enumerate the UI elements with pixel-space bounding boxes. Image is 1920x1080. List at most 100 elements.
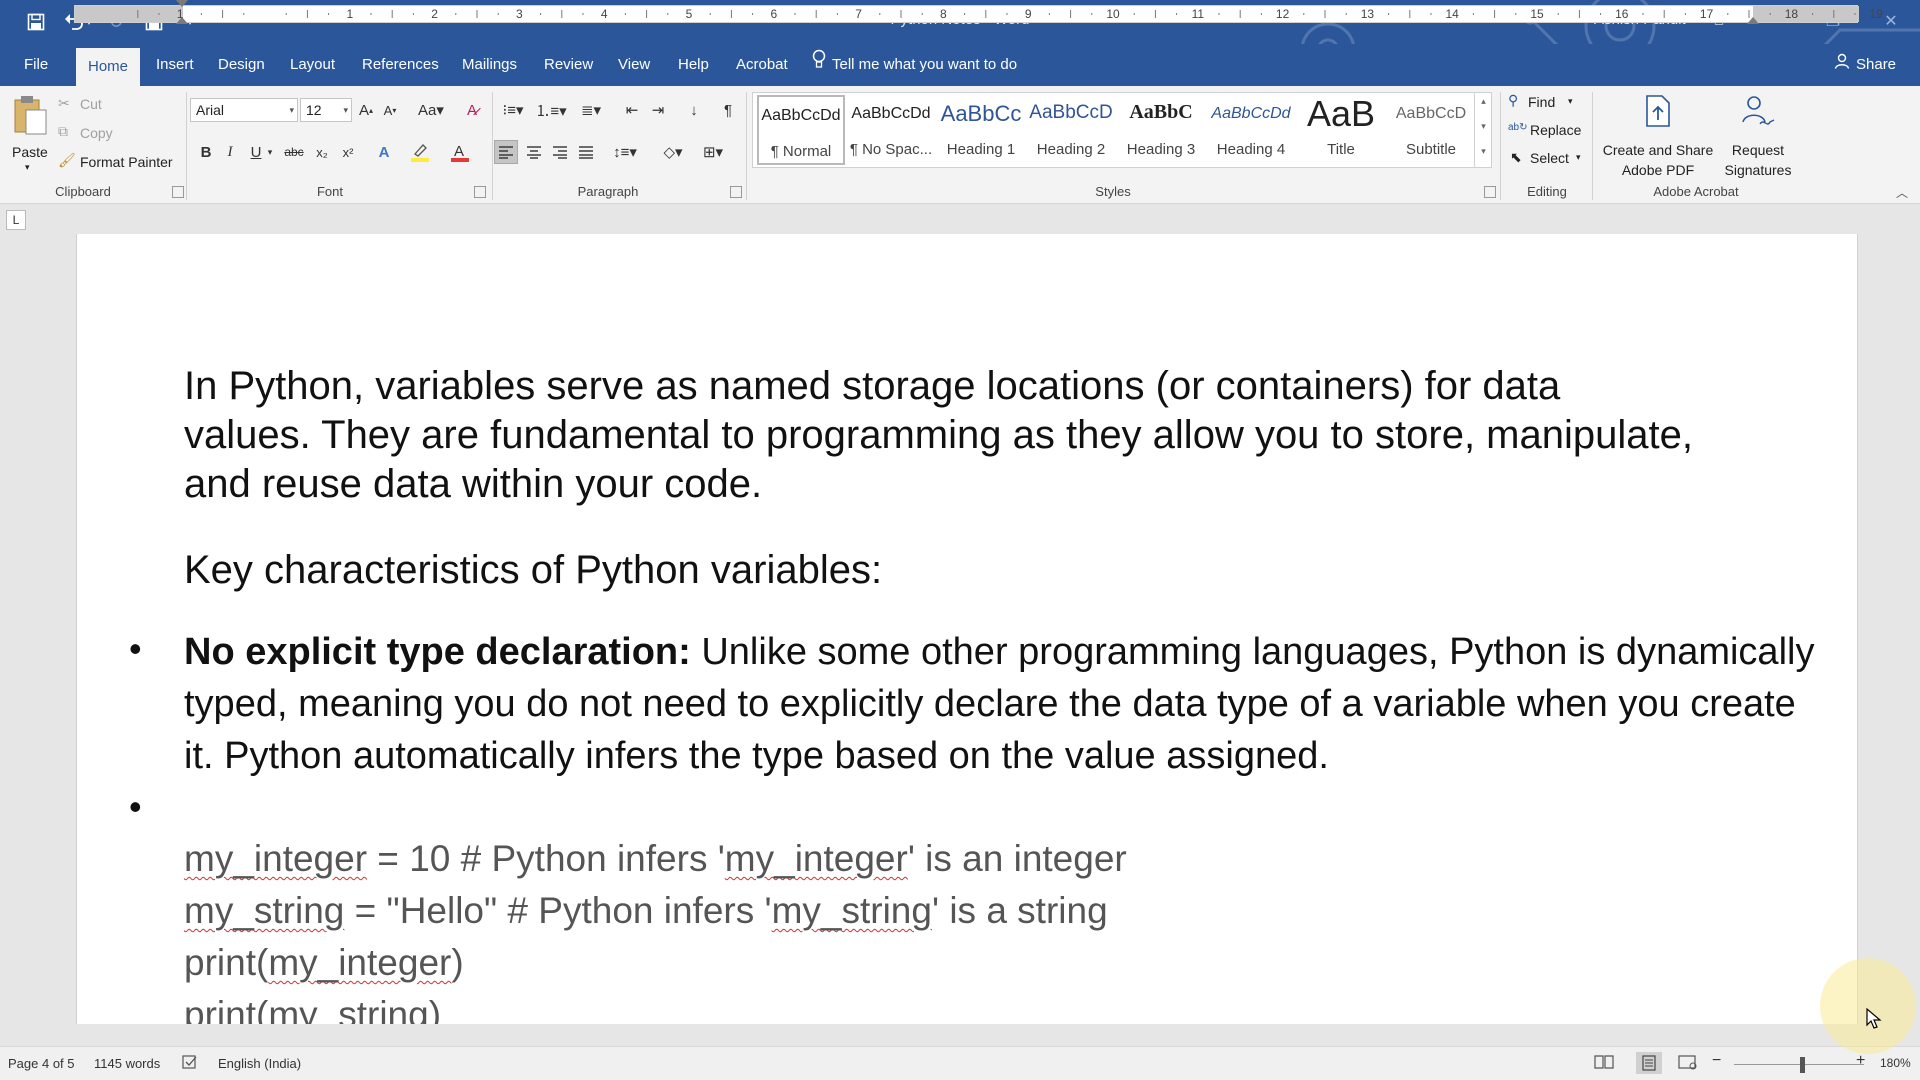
- more-styles-icon[interactable]: ▾: [1475, 146, 1492, 157]
- numbering-icon[interactable]: ⒈≡▾: [534, 98, 568, 122]
- align-right-icon[interactable]: [548, 140, 572, 164]
- styles-gallery-scroll[interactable]: ▴ ▾ ▾: [1474, 92, 1492, 168]
- select-button[interactable]: ⬉ Select ▾: [1508, 148, 1584, 170]
- zoom-slider-thumb[interactable]: [1800, 1057, 1805, 1073]
- style-title[interactable]: AaB Title: [1297, 93, 1385, 165]
- text-effects-icon[interactable]: A: [372, 140, 396, 164]
- clear-formatting-icon[interactable]: A̷: [460, 98, 484, 122]
- share-button[interactable]: Share: [1834, 44, 1896, 86]
- italic-icon[interactable]: I: [218, 140, 242, 164]
- style-heading-1[interactable]: AaBbCc Heading 1: [937, 95, 1025, 165]
- find-button[interactable]: ⚲ Find ▾: [1508, 92, 1576, 114]
- tab-file[interactable]: File: [12, 44, 60, 86]
- tab-insert[interactable]: Insert: [144, 44, 206, 86]
- font-color-icon[interactable]: A: [448, 140, 472, 164]
- collapse-ribbon-icon[interactable]: ︿: [1896, 184, 1908, 201]
- proofing-icon[interactable]: [182, 1054, 198, 1073]
- tab-selector-icon[interactable]: L: [6, 210, 26, 230]
- style-heading-2[interactable]: AaBbCcD Heading 2: [1027, 95, 1115, 165]
- code-line: print(my_string): [184, 994, 441, 1024]
- justify-icon[interactable]: [574, 140, 598, 164]
- chevron-down-icon: ▾: [1568, 96, 1573, 106]
- tab-mailings[interactable]: Mailings: [450, 44, 529, 86]
- sort-icon[interactable]: ↓: [682, 98, 706, 122]
- right-indent-marker[interactable]: [1747, 17, 1759, 24]
- ribbon-tabs: File Home Insert Design Layout Reference…: [0, 44, 1920, 86]
- styles-gallery: AaBbCcDd ¶ Normal AaBbCcDd ¶ No Spac... …: [752, 92, 1492, 168]
- zoom-slider-track[interactable]: [1734, 1064, 1864, 1065]
- ruler-number: 10: [1106, 7, 1120, 21]
- font-launcher-icon[interactable]: [474, 186, 486, 198]
- show-formatting-marks-icon[interactable]: ¶: [716, 98, 740, 122]
- zoom-in-icon[interactable]: +: [1856, 1052, 1865, 1070]
- superscript-icon[interactable]: x²: [336, 140, 360, 164]
- multilevel-list-icon[interactable]: ≣▾: [574, 98, 608, 122]
- bold-icon[interactable]: B: [194, 140, 218, 164]
- create-share-pdf-button[interactable]: Create and Share Adobe PDF: [1598, 90, 1718, 180]
- code-text: ' is a string: [931, 890, 1108, 931]
- copy-icon: ⧉: [58, 123, 68, 139]
- hanging-indent-marker[interactable]: [176, 17, 188, 24]
- tab-view[interactable]: View: [606, 44, 662, 86]
- zoom-level[interactable]: 180%: [1880, 1056, 1911, 1070]
- paragraph-launcher-icon[interactable]: [730, 186, 742, 198]
- tab-layout[interactable]: Layout: [278, 44, 347, 86]
- align-left-icon[interactable]: [494, 140, 518, 164]
- style-heading-3[interactable]: AaBbC Heading 3: [1117, 95, 1205, 165]
- share-label: Share: [1856, 56, 1897, 73]
- subscript-icon[interactable]: x₂: [310, 140, 334, 164]
- scroll-down-icon[interactable]: ▾: [1475, 121, 1492, 132]
- style-no-spacing[interactable]: AaBbCcDd ¶ No Spac...: [847, 95, 935, 165]
- paste-button[interactable]: Paste ▾: [8, 92, 50, 182]
- bullets-icon[interactable]: ⁝≡▾: [496, 98, 530, 122]
- style-normal[interactable]: AaBbCcDd ¶ Normal: [757, 95, 845, 165]
- web-layout-icon[interactable]: [1678, 1054, 1698, 1073]
- style-name: Subtitle: [1405, 141, 1457, 158]
- highlight-color-icon[interactable]: [408, 140, 432, 164]
- ruler-number: 14: [1445, 7, 1459, 21]
- tab-home[interactable]: Home: [76, 48, 141, 86]
- font-size-combo[interactable]: 12 ▾: [300, 98, 352, 122]
- line-spacing-icon[interactable]: ↕≡▾: [608, 140, 642, 164]
- print-layout-icon[interactable]: [1636, 1052, 1662, 1074]
- first-line-indent-marker[interactable]: [176, 0, 188, 7]
- styles-launcher-icon[interactable]: [1484, 186, 1496, 198]
- tab-references[interactable]: References: [350, 44, 451, 86]
- increase-indent-icon[interactable]: ⇥: [646, 98, 670, 122]
- change-case-icon[interactable]: Aa▾: [414, 98, 448, 122]
- request-signatures-button[interactable]: Request Signatures: [1722, 90, 1794, 180]
- tab-help[interactable]: Help: [666, 44, 721, 86]
- ruler-number: 11: [1191, 7, 1205, 21]
- strikethrough-icon[interactable]: abc: [282, 140, 306, 164]
- page-count[interactable]: Page 4 of 5: [8, 1056, 75, 1071]
- zoom-out-icon[interactable]: −: [1712, 1052, 1721, 1070]
- tab-review[interactable]: Review: [532, 44, 605, 86]
- grow-font-icon[interactable]: A ▴: [354, 98, 378, 122]
- word-count[interactable]: 1145 words: [94, 1056, 160, 1071]
- paragraph-line: In Python, variables serve as named stor…: [184, 364, 1561, 408]
- clipboard-launcher-icon[interactable]: [172, 186, 184, 198]
- language[interactable]: English (India): [218, 1056, 301, 1071]
- shrink-font-icon[interactable]: A ▾: [378, 98, 402, 122]
- shading-icon[interactable]: ◇▾: [656, 140, 690, 164]
- decrease-indent-icon[interactable]: ⇤: [620, 98, 644, 122]
- tell-me-search[interactable]: Tell me what you want to do: [812, 44, 1017, 86]
- tab-acrobat[interactable]: Acrobat: [724, 44, 800, 86]
- horizontal-ruler[interactable]: 1 1 2 3 4 5 6 7 8 9 10 11 12 13 14 15 16 17 18 19: [74, 0, 1883, 24]
- code-line: my_string = "Hello" # Python infers 'my_…: [184, 890, 1108, 932]
- bullet-text-line: No explicit type declaration: Unlike som…: [184, 626, 1814, 678]
- document-page[interactable]: In Python, variables serve as named stor…: [76, 234, 1858, 1024]
- style-heading-4[interactable]: AaBbCcDd Heading 4: [1207, 95, 1295, 165]
- vertical-scrollbar[interactable]: [1900, 234, 1920, 1024]
- replace-button[interactable]: ab↻ Replace: [1508, 120, 1588, 142]
- code-text: print(: [184, 942, 269, 983]
- scroll-up-icon[interactable]: ▴: [1475, 96, 1492, 107]
- read-mode-icon[interactable]: [1594, 1054, 1614, 1073]
- style-preview: AaBbCcD: [1395, 105, 1467, 122]
- tab-design[interactable]: Design: [206, 44, 277, 86]
- align-center-icon[interactable]: [522, 140, 546, 164]
- style-subtitle[interactable]: AaBbCcD Subtitle: [1387, 95, 1475, 165]
- font-name-combo[interactable]: Arial ▾: [190, 98, 298, 122]
- borders-icon[interactable]: ⊞▾: [696, 140, 730, 164]
- underline-dropdown-icon[interactable]: ▾: [264, 140, 276, 164]
